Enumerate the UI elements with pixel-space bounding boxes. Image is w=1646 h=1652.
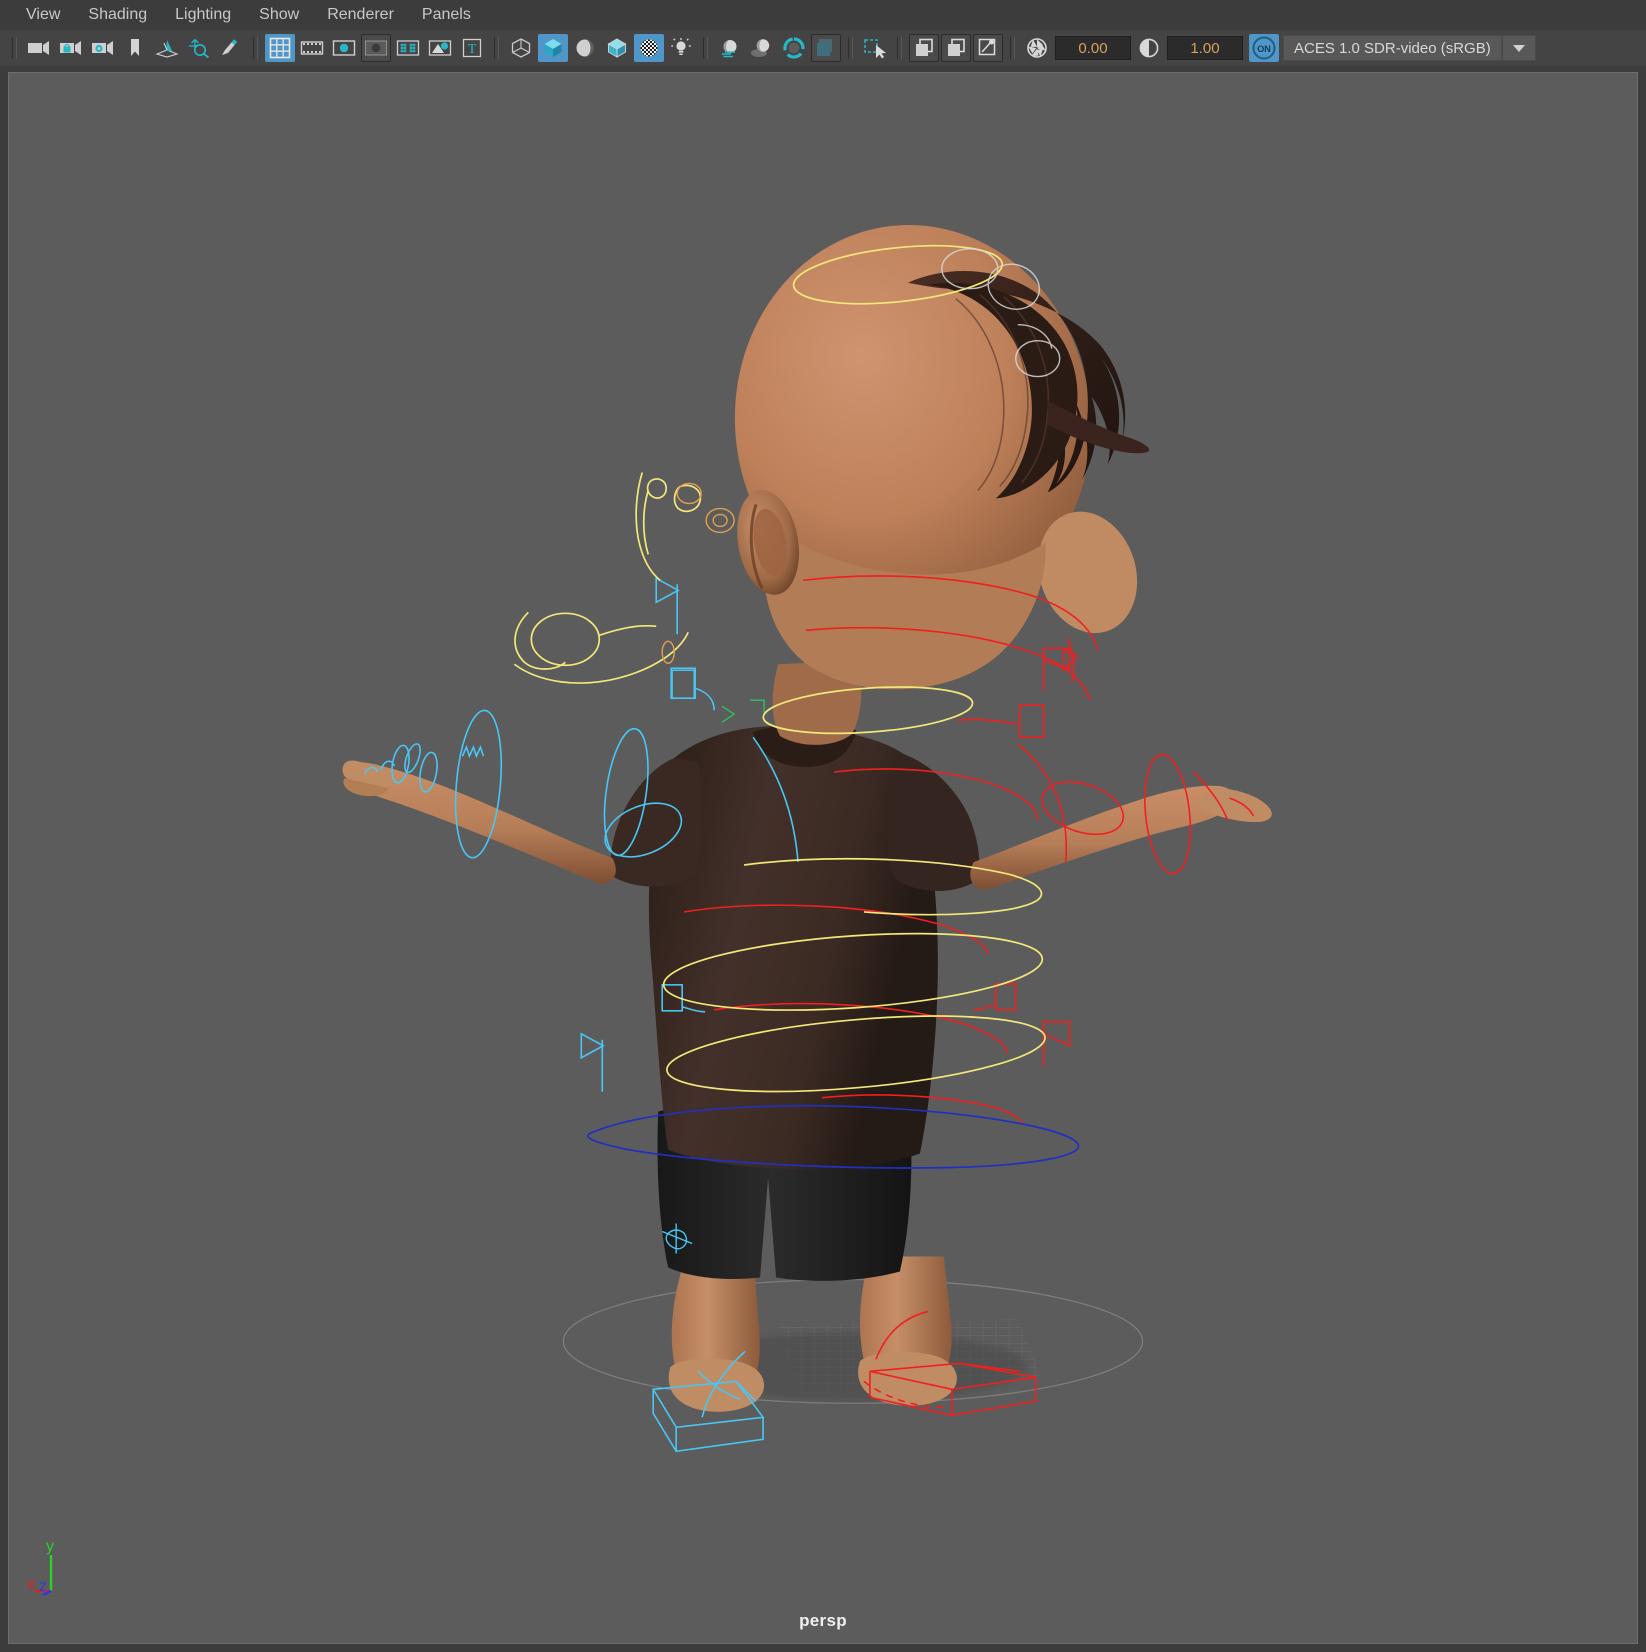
toolbar-separator [12, 37, 17, 59]
viewport-toolbar: T 0.00 1.00 ON ACES 1.0 SDR-video (sRGB) [0, 30, 1646, 66]
menu-lighting[interactable]: Lighting [161, 3, 245, 27]
flat-shade-icon[interactable] [570, 34, 600, 62]
perspective-viewport[interactable]: persp y x z [8, 72, 1638, 1644]
camera-attributes-icon[interactable] [88, 34, 118, 62]
grease-pencil-icon[interactable] [216, 34, 246, 62]
lock-camera-icon[interactable] [56, 34, 86, 62]
camera-name-label: persp [799, 1611, 847, 1630]
svg-text:T: T [468, 42, 477, 57]
toolbar-separator [494, 37, 499, 59]
select-camera-icon[interactable] [24, 34, 54, 62]
xray-active-components-icon[interactable] [973, 34, 1003, 62]
shaded-wireframe-icon[interactable] [602, 34, 632, 62]
isolate-select-icon[interactable] [860, 34, 890, 62]
toolbar-separator [897, 37, 902, 59]
motion-blur-icon[interactable] [811, 34, 841, 62]
image-plane-icon[interactable] [152, 34, 182, 62]
color-management-toggle[interactable]: ON [1249, 34, 1279, 62]
use-all-lights-icon[interactable] [666, 34, 696, 62]
maya-viewport-panel: View Shading Lighting Show Renderer Pane… [0, 0, 1646, 1652]
textured-shading-icon[interactable] [634, 34, 664, 62]
film-gate-icon[interactable] [297, 34, 327, 62]
bookmark-icon[interactable] [120, 34, 150, 62]
x-axis-label: x [27, 1576, 35, 1593]
xray-toggle-icon[interactable] [909, 34, 939, 62]
toolbar-separator [848, 37, 853, 59]
z-axis-label: z [39, 1578, 47, 1595]
menu-panels[interactable]: Panels [408, 3, 485, 27]
text-overlay-icon[interactable]: T [457, 34, 487, 62]
chevron-down-icon [1512, 45, 1525, 52]
menu-show[interactable]: Show [245, 3, 313, 27]
screen-space-ao-icon[interactable] [779, 34, 809, 62]
exposure-field[interactable]: 0.00 [1055, 36, 1131, 60]
xray-joints-icon[interactable] [941, 34, 971, 62]
view-transform-label[interactable]: ACES 1.0 SDR-video (sRGB) [1283, 35, 1502, 61]
two-sided-lighting-icon[interactable] [715, 34, 745, 62]
menu-shading[interactable]: Shading [74, 3, 161, 27]
viewport-3d-scene [342, 225, 1272, 1453]
toolbar-separator [253, 37, 258, 59]
character-mesh [342, 225, 1272, 1412]
safe-action-icon[interactable] [425, 34, 455, 62]
y-axis-label: y [46, 1538, 54, 1555]
two-d-pan-zoom-icon[interactable] [184, 34, 214, 62]
shadows-icon[interactable] [747, 34, 777, 62]
field-chart-icon[interactable] [393, 34, 423, 62]
wireframe-shading-icon[interactable] [506, 34, 536, 62]
viewport-menu-bar: View Shading Lighting Show Renderer Pane… [0, 0, 1646, 30]
smooth-shade-all-icon[interactable] [538, 34, 568, 62]
menu-view[interactable]: View [12, 3, 74, 27]
toolbar-separator [1010, 37, 1015, 59]
resolution-gate-icon[interactable] [329, 34, 359, 62]
toolbar-separator [703, 37, 708, 59]
gate-mask-icon[interactable] [361, 34, 391, 62]
svg-text:ON: ON [1257, 44, 1271, 54]
axis-orientation-gizmo: y x z [27, 1538, 54, 1597]
menu-renderer[interactable]: Renderer [313, 3, 408, 27]
aperture-icon[interactable] [1022, 34, 1052, 62]
grid-toggle-icon[interactable] [265, 34, 295, 62]
view-transform-dropdown[interactable] [1501, 35, 1536, 61]
exposure-value: 0.00 [1078, 39, 1108, 57]
contrast-icon[interactable] [1134, 34, 1164, 62]
gamma-field[interactable]: 1.00 [1167, 36, 1243, 60]
gamma-value: 1.00 [1190, 39, 1220, 57]
